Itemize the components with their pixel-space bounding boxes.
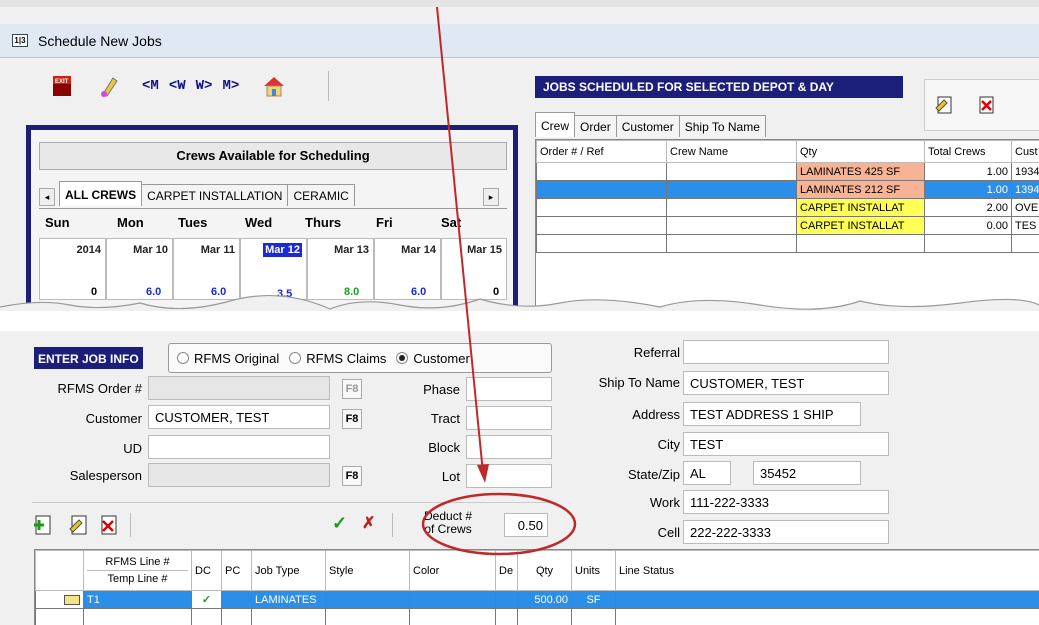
- annotation-ellipse: [421, 492, 577, 556]
- app-window: 1|3 Schedule New Jobs EXIT <M <W W> M> C…: [0, 0, 1039, 625]
- annotation-overlay: [421, 7, 577, 556]
- annotation-arrow: [436, 7, 484, 474]
- annotation-arrowhead: [477, 464, 489, 483]
